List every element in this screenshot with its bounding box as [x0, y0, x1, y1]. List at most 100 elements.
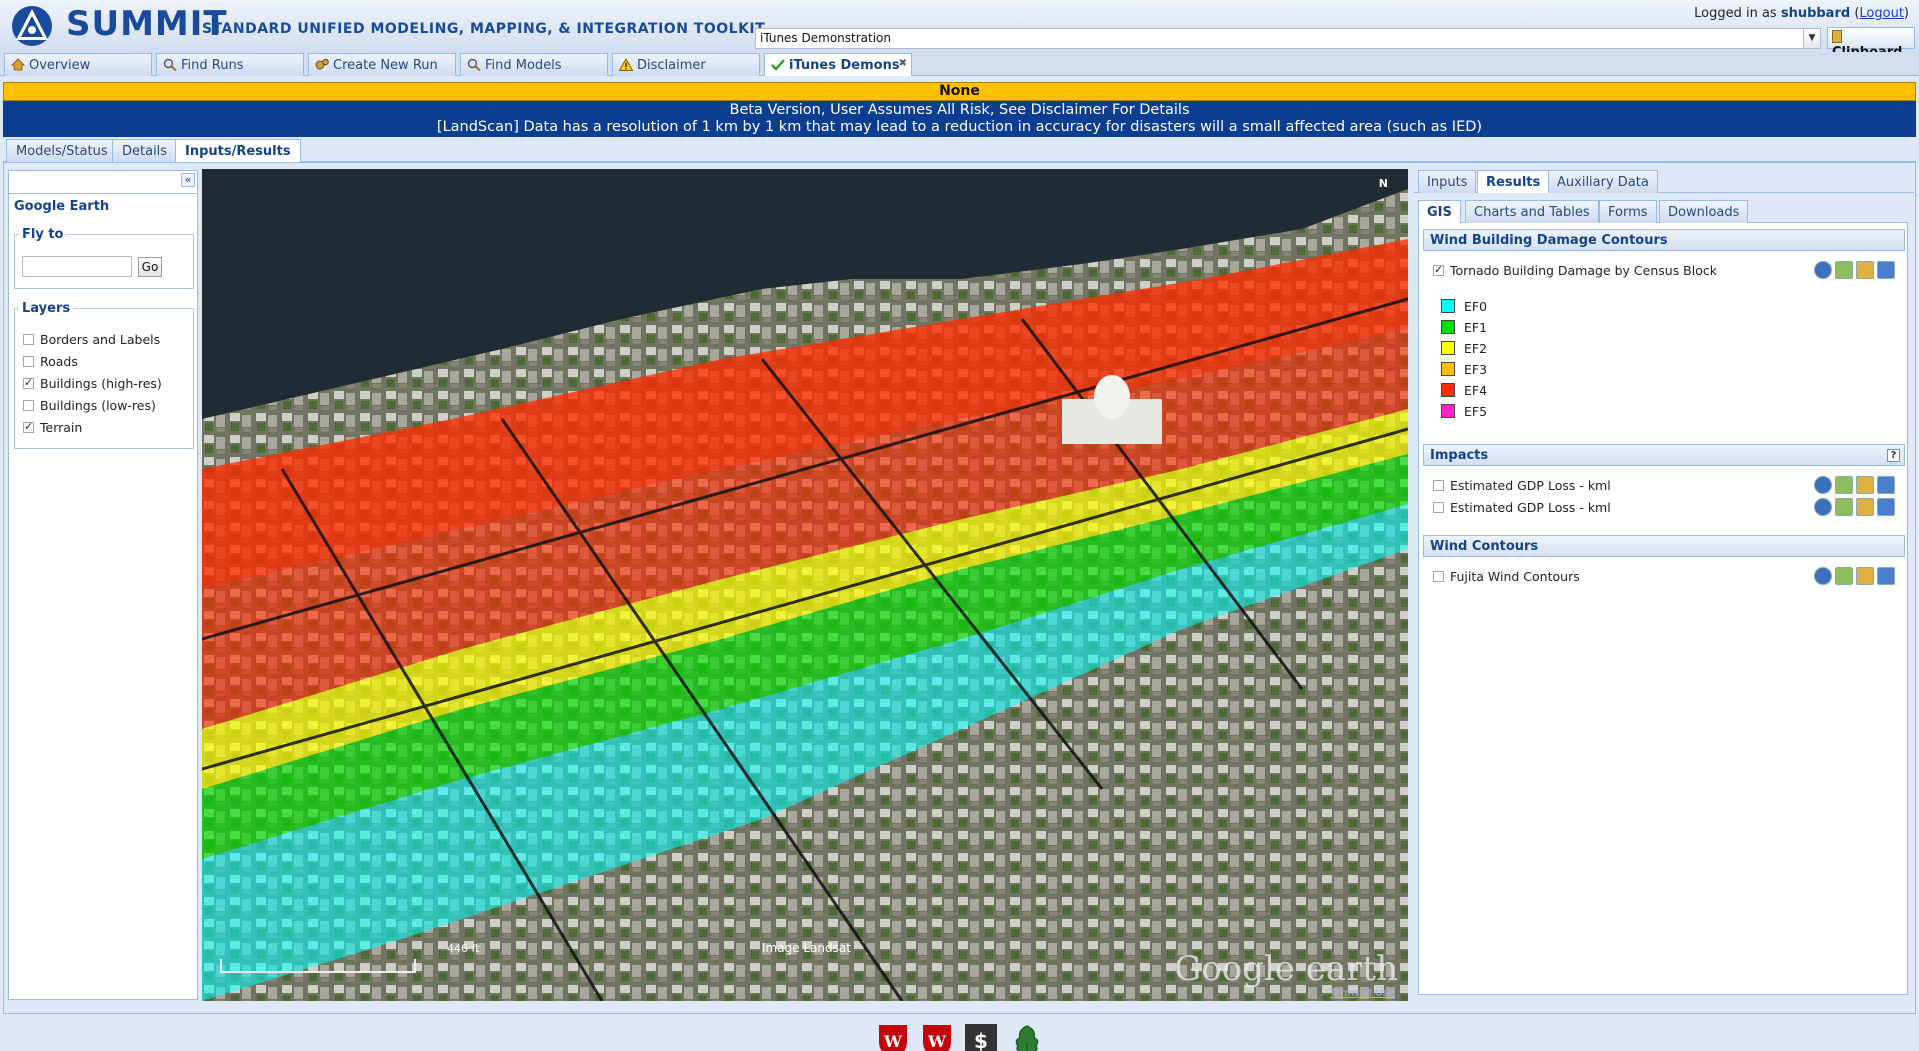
legend-ef4: EF4	[1441, 383, 1487, 398]
go-button[interactable]: Go	[138, 257, 162, 277]
scale-label: 446 ft	[447, 942, 480, 955]
impacts-header[interactable]: Impacts ?	[1423, 444, 1905, 466]
tab-inputs-results[interactable]: Inputs/Results	[175, 139, 301, 162]
terms-of-use-link[interactable]: Terms of Use	[1330, 988, 1394, 999]
main-tab-bar: Overview Find Runs Create New Run Find M…	[0, 52, 1919, 76]
tab-downloads[interactable]: Downloads	[1659, 200, 1749, 223]
checkbox[interactable]	[1433, 263, 1444, 276]
tab-create-new-run[interactable]: Create New Run	[308, 53, 456, 76]
kml-icon[interactable]	[1835, 476, 1853, 494]
summit-logo-icon	[12, 6, 52, 46]
tab-label: Find Runs	[181, 58, 244, 73]
tab-find-runs[interactable]: Find Runs	[156, 53, 304, 76]
warning-icon	[619, 58, 633, 71]
logout-link[interactable]: Logout	[1859, 6, 1904, 21]
fly-to-input[interactable]	[22, 256, 132, 277]
wind-damage-header[interactable]: Wind Building Damage Contours	[1423, 229, 1905, 251]
swatch	[1441, 320, 1455, 334]
layer-borders-and-labels[interactable]: Borders and Labels	[23, 332, 160, 347]
layer-buildings-high-res[interactable]: Buildings (high-res)	[23, 376, 162, 391]
svg-text:W: W	[927, 1032, 947, 1051]
checkbox[interactable]	[23, 356, 34, 367]
swatch	[1441, 362, 1455, 376]
checkbox[interactable]	[1433, 571, 1444, 582]
layer-roads[interactable]: Roads	[23, 354, 78, 369]
tornado-damage-layer[interactable]: Tornado Building Damage by Census Block	[1433, 261, 1903, 279]
tab-find-models[interactable]: Find Models	[460, 53, 608, 76]
save-icon[interactable]	[1877, 476, 1895, 494]
home-icon	[11, 58, 25, 71]
info-icon[interactable]	[1814, 567, 1832, 585]
info-icon[interactable]	[1814, 476, 1832, 494]
checkbox[interactable]	[23, 400, 34, 411]
tab-auxiliary-data[interactable]: Auxiliary Data	[1548, 170, 1658, 193]
run-selector[interactable]: iTunes Demonstration ▼	[755, 28, 1821, 49]
kml-icon[interactable]	[1835, 567, 1853, 585]
legend-label: EF3	[1464, 362, 1488, 377]
login-prefix: Logged in as	[1694, 6, 1777, 21]
divider	[9, 193, 197, 194]
clipboard-icon[interactable]	[1856, 261, 1874, 279]
tab-label: Overview	[29, 58, 91, 73]
layer-label: Estimated GDP Loss - kml	[1450, 478, 1611, 493]
gdp-loss-layer-1[interactable]: Estimated GDP Loss - kml	[1433, 476, 1903, 494]
wind-contours-header[interactable]: Wind Contours	[1423, 535, 1905, 557]
google-earth-map[interactable]: N 446 ft Image Landsat Google earth Term…	[202, 169, 1408, 1001]
layer-terrain[interactable]: Terrain	[23, 420, 82, 435]
layer-label: Roads	[40, 354, 78, 369]
save-icon[interactable]	[1877, 261, 1895, 279]
username: shubbard	[1780, 6, 1851, 21]
checkbox[interactable]	[1433, 502, 1444, 513]
info-icon[interactable]	[1814, 498, 1832, 516]
fujita-wind-contours-layer[interactable]: Fujita Wind Contours	[1433, 567, 1903, 585]
svg-text:$: $	[974, 1029, 988, 1051]
fly-to-legend: Fly to	[22, 227, 64, 242]
clipboard-icon[interactable]	[1856, 567, 1874, 585]
magnifier-icon	[467, 58, 481, 71]
help-icon[interactable]: ?	[1887, 449, 1900, 462]
tab-models-status[interactable]: Models/Status	[6, 139, 118, 162]
layer-label: Buildings (high-res)	[40, 376, 162, 391]
clipboard-icon[interactable]	[1856, 476, 1874, 494]
checkbox[interactable]	[23, 334, 34, 345]
tab-inputs[interactable]: Inputs	[1418, 170, 1477, 193]
tab-results[interactable]: Results	[1477, 170, 1550, 193]
save-icon[interactable]	[1877, 498, 1895, 516]
kml-icon[interactable]	[1835, 261, 1853, 279]
tab-details[interactable]: Details	[112, 139, 178, 162]
checkbox[interactable]	[23, 376, 34, 389]
legend-label: EF2	[1464, 341, 1488, 356]
footer: W W $	[0, 1014, 1919, 1051]
chevron-down-icon[interactable]: ▼	[1803, 29, 1820, 48]
tab-charts-and-tables[interactable]: Charts and Tables	[1465, 200, 1599, 223]
clipboard-icon[interactable]	[1856, 498, 1874, 516]
layer-label: Borders and Labels	[40, 332, 161, 347]
compass-icon[interactable]: N	[1379, 177, 1388, 190]
tab-overview[interactable]: Overview	[4, 53, 152, 76]
uw-crest-icon: W	[923, 1025, 951, 1051]
tab-itunes-demonstration[interactable]: iTunes Demons ✖	[764, 53, 912, 76]
layer-actions	[1811, 261, 1895, 282]
tab-label: iTunes Demons	[789, 58, 900, 73]
info-icon[interactable]	[1814, 261, 1832, 279]
tab-gis[interactable]: GIS	[1418, 200, 1461, 223]
kml-icon[interactable]	[1835, 498, 1853, 516]
tab-forms[interactable]: Forms	[1599, 200, 1657, 223]
layer-buildings-low-res[interactable]: Buildings (low-res)	[23, 398, 156, 413]
save-icon[interactable]	[1877, 567, 1895, 585]
fly-to-fieldset: Fly to Go	[14, 227, 194, 289]
legend-ef3: EF3	[1441, 362, 1487, 377]
gears-icon	[315, 58, 329, 70]
section-title: Impacts	[1430, 448, 1489, 463]
beta-notice: Beta Version, User Assumes All Risk, See…	[729, 102, 1190, 118]
gdp-loss-layer-2[interactable]: Estimated GDP Loss - kml	[1433, 498, 1903, 516]
checkbox[interactable]	[23, 420, 34, 433]
clipboard-button[interactable]: Clipboard	[1827, 27, 1915, 60]
results-tab-bar: Inputs Results Auxiliary Data	[1414, 169, 1914, 193]
close-icon[interactable]: ✖	[899, 58, 907, 69]
tab-disclaimer[interactable]: Disclaimer	[612, 53, 760, 76]
checkbox[interactable]	[1433, 480, 1444, 491]
collapse-panel-icon[interactable]: «	[181, 173, 195, 187]
legend-label: EF1	[1464, 320, 1488, 335]
layer-label: Fujita Wind Contours	[1450, 569, 1580, 584]
